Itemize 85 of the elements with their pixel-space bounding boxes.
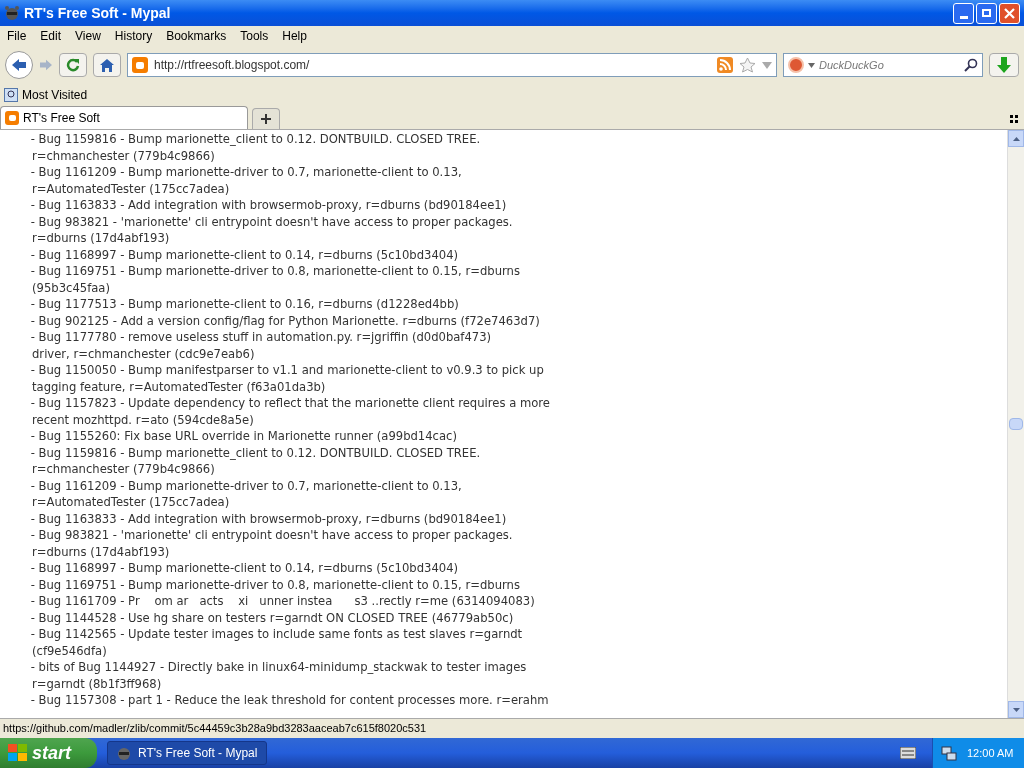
changelog-line: - Bug 1161209 - Bump marionette-driver to 0.7, marionette-client to 0.13, xyxy=(29,477,463,494)
duckduckgo-icon xyxy=(788,57,804,73)
search-field[interactable]: DuckDuckGo xyxy=(783,53,983,77)
menu-item[interactable]: History xyxy=(114,27,153,45)
rss-icon[interactable] xyxy=(717,57,733,73)
changelog-line: driver, r=chmanchester (cdc9e7eab6) xyxy=(32,345,256,362)
changelog-line: - Bug 983821 - 'marionette' cli entrypoint doesn't have access to proper packages. xyxy=(29,213,514,230)
grid-icon[interactable] xyxy=(1010,115,1018,123)
close-icon xyxy=(1004,7,1015,19)
changelog-line: - Bug 1157308 - part 1 - Reduce the leak threshold for content processes more. r=erahm xyxy=(29,692,550,709)
address-field[interactable]: http://rtfreesoft.blogspot.com/ xyxy=(127,53,777,77)
changelog-line: - Bug 983821 - 'marionette' cli entrypoint doesn't have access to proper packages. xyxy=(29,527,514,544)
menu-item[interactable]: Bookmarks xyxy=(166,27,227,45)
menu-item[interactable]: View xyxy=(75,27,101,45)
changelog-line: r=dburns (17d4abf193) xyxy=(32,543,171,560)
close-button[interactable] xyxy=(999,2,1020,24)
search-icon[interactable] xyxy=(964,58,978,72)
changelog-line: r=chmanchester (779b4c9866) xyxy=(32,461,216,478)
changelog-line: - Bug 1144528 - Use hg share on testers r=garndt ON CLOSED TREE (46779ab50c) xyxy=(29,609,515,626)
network-icon[interactable] xyxy=(941,745,957,761)
restore-button[interactable] xyxy=(976,2,997,24)
changelog-line: r=dburns (17d4abf193) xyxy=(32,230,171,247)
changelog-line: - Bug 1168997 - Bump marionette-client to 0.14, r=dburns (5c10bd3404) xyxy=(29,246,460,263)
changelog-line: (cf9e546dfa) xyxy=(32,642,108,659)
home-icon xyxy=(100,58,114,72)
changelog-line: - Bug 1159816 - Bump marionette_client to 0.12. DONTBUILD. CLOSED TREE. xyxy=(29,131,482,148)
bookmark-item[interactable]: Most Visited xyxy=(22,86,88,104)
changelog-line: - Bug 1161209 - Bump marionette-driver to 0.7, marionette-client to 0.13, xyxy=(29,164,463,181)
changelog-line: - Bug 1169751 - Bump marionette-driver to 0.8, marionette-client to 0.15, r=dburns xyxy=(29,263,521,280)
up-arrow-icon[interactable] xyxy=(1012,136,1020,141)
changelog-line: - Bug 1163833 - Add integration with browsermob-proxy, r=dburns (bd90184ee1) xyxy=(29,510,508,527)
menu-item[interactable]: Edit xyxy=(40,27,62,45)
changelog-line: - Bug 1163833 - Add integration with browsermob-proxy, r=dburns (bd90184ee1) xyxy=(29,197,508,214)
changelog-line: - Bug 1155260: Fix base URL override in Marionette runner (a99bd14cac) xyxy=(29,428,458,445)
changelog-line: - Bug 1150050 - Bump manifestparser to v1.1 and marionette-client to v0.9.3 to pick up xyxy=(29,362,545,379)
home-button[interactable] xyxy=(93,53,121,77)
changelog-line: - Bug 1159816 - Bump marionette_client to 0.12. DONTBUILD. CLOSED TREE. xyxy=(29,444,482,461)
minimize-button[interactable] xyxy=(953,2,974,24)
clock: 12:00 AM xyxy=(967,745,1014,761)
changelog-line: - Bug 1177513 - Bump marionette-client to 0.16, r=dburns (d1228ed4bb) xyxy=(29,296,460,313)
plus-icon xyxy=(261,114,271,124)
menu-item[interactable]: File xyxy=(7,27,27,45)
menu-item[interactable]: Help xyxy=(282,27,307,45)
back-button[interactable] xyxy=(5,51,33,79)
tab[interactable]: RT's Free Soft xyxy=(0,106,248,129)
down-arrow-icon[interactable] xyxy=(1012,707,1020,712)
keyboard-icon[interactable] xyxy=(900,747,916,759)
dropdown-icon[interactable] xyxy=(808,62,815,68)
changelog-line: r=chmanchester (779b4c9866) xyxy=(32,147,216,164)
changelog-line: - Bug 1142565 - Update tester images to include same fonts as test slaves r=garndt xyxy=(29,626,524,643)
url-text: http://rtfreesoft.blogspot.com/ xyxy=(154,57,311,74)
window-title: RT's Free Soft - Mypal xyxy=(24,3,172,23)
tab-title: RT's Free Soft xyxy=(23,110,100,127)
start-button[interactable]: start xyxy=(0,738,97,768)
download-arrow-icon xyxy=(997,57,1011,73)
reload-icon xyxy=(66,58,80,72)
changelog-line: - Bug 1157823 - Update dependency to reflect that the marionette client requires a more xyxy=(29,395,551,412)
changelog-line: - Bug 1169751 - Bump marionette-driver to 0.8, marionette-client to 0.15, r=dburns xyxy=(29,576,521,593)
changelog-line: r=AutomatedTester (175cc7adea) xyxy=(32,180,231,197)
reload-button[interactable] xyxy=(59,53,87,77)
changelog-line: - Bug 1177780 - remove useless stuff in automation.py. r=jgriffin (d0d0baf473) xyxy=(29,329,493,346)
changelog-line: - Bug 1161709 - Pr om ar acts xi unner instea s3 ..rectly r=me (6314094083) xyxy=(29,593,536,610)
download-button[interactable] xyxy=(989,53,1019,77)
changelog-line: recent mozhttpd. r=ato (594cde8a5e) xyxy=(32,411,255,428)
scrollbar-thumb[interactable] xyxy=(1009,418,1023,430)
task-label: RT's Free Soft - Mypal xyxy=(138,745,258,762)
search-input[interactable]: DuckDuckGo xyxy=(819,56,960,74)
changelog-line: r=AutomatedTester (175cc7adea) xyxy=(32,494,231,511)
star-icon[interactable] xyxy=(739,57,756,73)
scrollbar[interactable] xyxy=(1007,130,1024,718)
windows-logo-icon xyxy=(8,744,28,762)
changelog-line: - bits of Bug 1144927 - Directly bake in linux64-minidump_stackwak to tester images xyxy=(29,659,528,676)
status-text: https://github.com/madler/zlib/commit/5c44459c3b28a9bd3283aaceab7c615f8020c531 xyxy=(3,721,427,737)
changelog-line: tagging feature, r=AutomatedTester (f63a01da3b) xyxy=(32,378,327,395)
new-tab-button[interactable] xyxy=(252,108,280,129)
folder-search-icon xyxy=(4,88,18,102)
back-arrow-icon xyxy=(11,58,27,72)
changelog-line: - Bug 1168997 - Bump marionette-client to 0.14, r=dburns (5c10bd3404) xyxy=(29,560,460,577)
changelog-line: - Bug 902125 - Add a version config/flag for Python Marionette. r=dburns (f72e7463d7) xyxy=(29,312,541,329)
changelog-line: r=garndt (8b1f3ff968) xyxy=(32,675,163,692)
blogger-icon xyxy=(5,111,19,125)
taskbar-button[interactable]: RT's Free Soft - Mypal xyxy=(107,741,267,765)
changelog-line: (95b3c45faa) xyxy=(32,279,111,296)
menu-item[interactable]: Tools xyxy=(240,27,269,45)
blogger-icon xyxy=(132,57,148,73)
